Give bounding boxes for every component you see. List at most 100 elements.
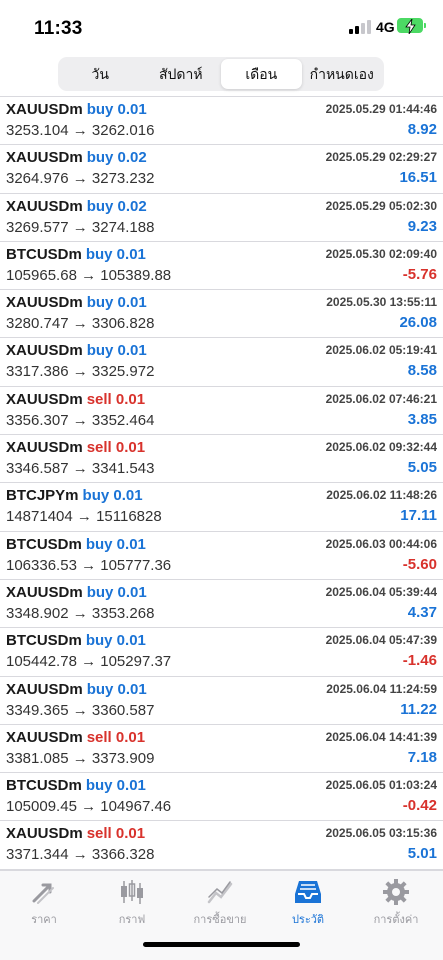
trade-row[interactable]: XAUUSDm buy 0.01 3253.104 → 3262.016 2025.0…: [0, 97, 443, 146]
trade-row[interactable]: BTCUSDm buy 0.01 106336.53 → 105777.36 2025…: [0, 532, 443, 580]
trade-profit: 8.58: [407, 362, 437, 380]
tab-trade[interactable]: การซื้อขาย: [176, 877, 264, 937]
trade-datetime: 2025.06.02 11:48:26: [326, 488, 437, 503]
trade-row[interactable]: XAUUSDm sell 0.01 3381.085 → 3373.909 2025.…: [0, 725, 443, 774]
trade-datetime: 2025.06.03 00:44:06: [325, 536, 437, 551]
segment-2[interactable]: เดือน: [221, 59, 302, 89]
trade-direction: buy 0.01: [86, 294, 147, 312]
trade-datetime: 2025.06.04 14:41:39: [325, 729, 437, 744]
trade-history-list: XAUUSDm buy 0.01 3253.104 → 3262.016 2025.0…: [0, 96, 443, 870]
trade-datetime: 2025.06.05 03:15:36: [325, 826, 437, 841]
price-arrows-icon: [32, 883, 54, 904]
trade-symbol-text: XAUUSDm: [6, 101, 83, 118]
trade-symbol-text: XAUUSDm: [6, 728, 83, 746]
trade-row[interactable]: XAUUSDm buy 0.02 3269.577 → 3274.188 2025.0…: [0, 194, 443, 242]
trade-row[interactable]: XAUUSDm sell 0.01 3356.307 → 3352.464 2025.…: [0, 387, 443, 436]
trade-symbol-text: BTCUSDm: [6, 632, 82, 650]
trade-row[interactable]: XAUUSDm sell 0.01 3371.344 → 3366.328 2025.…: [0, 821, 443, 870]
trade-symbol: XAUUSDm buy 0.02: [6, 198, 147, 215]
segment-0[interactable]: วัน: [60, 59, 141, 89]
tab-history[interactable]: ประวัติ: [264, 877, 352, 937]
trade-row[interactable]: BTCUSDm buy 0.01 105965.68 → 105389.88 2025…: [0, 242, 443, 291]
trade-symbol-text: XAUUSDm: [6, 342, 83, 360]
trade-prices: 3348.902 → 3353.268: [6, 604, 155, 622]
trade-line-icon: [207, 881, 233, 904]
trade-profit: 3.85: [407, 410, 437, 428]
trade-direction: buy 0.01: [86, 101, 147, 118]
trade-direction: buy 0.01: [85, 632, 146, 650]
trade-symbol-text: XAUUSDm: [6, 149, 83, 167]
trade-profit: 26.08: [399, 314, 437, 332]
trade-symbol: BTCJPYm buy 0.01: [6, 487, 143, 504]
trade-symbol: XAUUSDm buy 0.01: [6, 101, 147, 118]
segment-3[interactable]: กำหนดเอง: [302, 59, 383, 89]
tab-settings[interactable]: การตั้งค่า: [352, 877, 440, 937]
trade-datetime: 2025.06.02 07:46:21: [325, 391, 437, 406]
trade-row[interactable]: XAUUSDm buy 0.01 3348.902 → 3353.268 2025.0…: [0, 580, 443, 629]
tab-chart[interactable]: กราฟ: [88, 877, 176, 937]
battery-charging-icon: [397, 18, 426, 34]
segment-1[interactable]: สัปดาห์: [141, 59, 222, 89]
trade-datetime: 2025.05.29 05:02:30: [325, 198, 437, 213]
trade-profit: -0.42: [402, 797, 437, 815]
trade-prices: 3349.365 → 3360.587: [6, 701, 155, 719]
trade-row[interactable]: BTCUSDm buy 0.01 105442.78 → 105297.37 2025…: [0, 628, 443, 677]
trade-row[interactable]: BTCUSDm buy 0.01 105009.45 → 104967.46 2025…: [0, 773, 443, 822]
trade-direction: buy 0.02: [86, 197, 147, 215]
trade-datetime: 2025.05.29 01:44:46: [325, 102, 437, 116]
trade-row[interactable]: XAUUSDm buy 0.01 3280.747 → 3306.828 2025.0…: [0, 290, 443, 339]
trade-symbol-text: XAUUSDm: [6, 294, 83, 312]
trade-profit: 7.18: [407, 748, 437, 766]
trade-symbol-text: BTCUSDm: [6, 777, 82, 795]
trade-row[interactable]: XAUUSDm buy 0.01 3317.386 → 3325.972 2025.0…: [0, 338, 443, 387]
trade-profit: -5.76: [402, 265, 437, 283]
candlestick-chart-icon: [121, 880, 143, 904]
trade-symbol: BTCUSDm buy 0.01: [6, 246, 146, 263]
trade-direction: buy 0.01: [85, 535, 146, 553]
trade-symbol: BTCUSDm buy 0.01: [6, 632, 146, 649]
trade-direction: buy 0.01: [86, 342, 147, 360]
home-indicator: [143, 942, 300, 947]
trade-profit: 11.22: [400, 700, 437, 718]
trade-symbol: XAUUSDm sell 0.01: [6, 391, 145, 408]
trade-prices: 3280.747 → 3306.828: [6, 315, 155, 333]
trade-symbol: XAUUSDm sell 0.01: [6, 825, 145, 842]
trade-prices: 105442.78 → 105297.37: [6, 653, 172, 671]
trade-prices: 3371.344 → 3366.328: [6, 846, 155, 864]
trade-symbol-text: XAUUSDm: [6, 583, 83, 601]
trade-row[interactable]: XAUUSDm sell 0.01 3346.587 → 3341.543 2025.…: [0, 435, 443, 484]
trade-symbol: XAUUSDm buy 0.01: [6, 294, 147, 311]
tab-history-label: ประวัติ: [291, 914, 325, 926]
cellular-signal-icon: [349, 20, 371, 34]
trade-symbol-text: BTCUSDm: [6, 535, 82, 553]
trade-datetime: 2025.06.05 01:03:24: [325, 778, 437, 793]
trade-prices: 3381.085 → 3373.909: [6, 749, 155, 767]
trade-direction: buy 0.01: [85, 245, 146, 263]
trade-direction: buy 0.01: [86, 680, 147, 698]
trade-direction: sell 0.01: [86, 439, 146, 457]
trade-symbol: XAUUSDm sell 0.01: [6, 439, 145, 456]
trade-symbol-text: BTCJPYm: [6, 487, 79, 505]
trade-symbol: BTCUSDm buy 0.01: [6, 777, 146, 794]
trade-symbol-text: XAUUSDm: [6, 680, 83, 698]
trade-row[interactable]: BTCJPYm buy 0.01 14871404 → 15116828 2025.0…: [0, 483, 443, 532]
trade-prices: 3346.587 → 3341.543: [6, 460, 155, 478]
tab-price[interactable]: ราคา: [0, 877, 88, 937]
trade-direction: buy 0.01: [86, 583, 147, 601]
trade-symbol: BTCUSDm buy 0.01: [6, 536, 146, 553]
trade-prices: 3317.386 → 3325.972: [6, 363, 155, 381]
trade-symbol: XAUUSDm buy 0.02: [6, 149, 147, 166]
trade-row[interactable]: XAUUSDm buy 0.02 3264.976 → 3273.232 2025.0…: [0, 145, 443, 194]
trade-datetime: 2025.06.04 05:47:39: [325, 633, 437, 648]
status-bar: 11:33 4G: [0, 0, 443, 56]
trade-symbol-text: BTCUSDm: [6, 245, 82, 263]
trade-row[interactable]: XAUUSDm buy 0.01 3349.365 → 3360.587 2025.0…: [0, 677, 443, 725]
trade-direction: sell 0.01: [86, 728, 146, 746]
tab-price-label: ราคา: [31, 914, 57, 926]
status-time: 11:33: [34, 18, 83, 39]
gear-icon: [383, 879, 409, 905]
trade-direction: buy 0.01: [85, 777, 146, 795]
trade-profit: 17.11: [400, 507, 437, 525]
trade-datetime: 2025.05.29 02:29:27: [325, 150, 437, 165]
trade-datetime: 2025.06.04 11:24:59: [326, 681, 437, 696]
